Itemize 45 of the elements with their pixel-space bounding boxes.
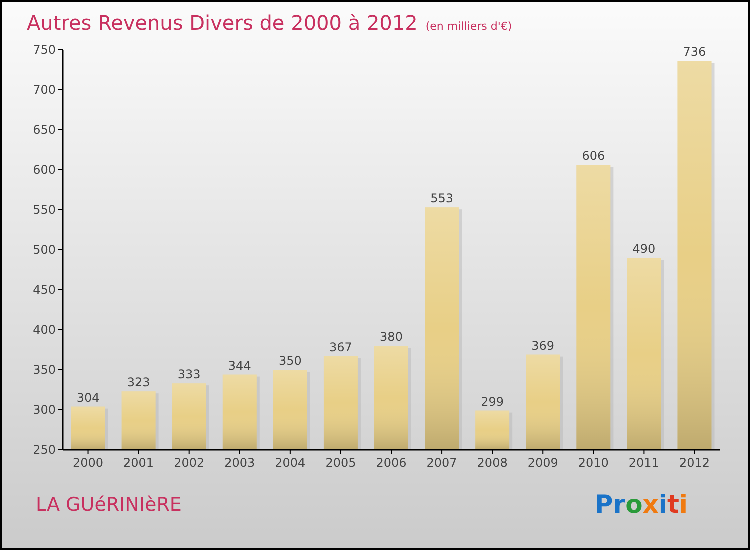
x-tick-label: 2008 [477,456,508,470]
logo: Proxiti [594,489,688,522]
x-tick-label: 2004 [275,456,306,470]
bar [476,410,513,450]
value-label: 553 [430,192,454,206]
value-label: 304 [76,390,100,405]
value-label: 333 [178,368,201,382]
bar [122,392,159,450]
value-label: 323 [127,376,150,390]
value-label: 344 [228,358,252,373]
value-label: 736 [683,45,706,60]
value-label: 606 [582,149,606,164]
x-tick-label: 2002 [174,456,205,470]
chart-subtitle: (en milliers d'€) [426,19,512,35]
y-tick-label: 550 [33,203,56,217]
location-name: LA GUéRINIèRE [36,492,182,518]
x-tick-label: 2007 [426,456,458,470]
chart-title: Autres Revenus Divers de 2000 à 2012 [27,10,418,37]
x-tick-label: 2009 [528,456,558,470]
bar [172,384,210,450]
value-label: 369 [532,338,555,353]
y-tick-label: 300 [33,403,56,417]
y-tick-label: 700 [33,83,56,97]
x-tick-label: 2003 [224,456,256,470]
bar [71,406,108,450]
x-tick-label: 2006 [376,456,407,470]
y-tick-label: 400 [33,323,56,337]
value-label: 367 [330,340,352,354]
y-tick-label: 350 [33,363,56,377]
value-label: 380 [380,330,403,344]
y-tick-label: 650 [33,123,56,137]
y-tick-label: 750 [33,43,56,57]
y-tick-label: 600 [33,163,56,177]
x-tick-label: 2010 [578,456,609,470]
y-tick-label: 450 [33,283,56,297]
x-tick-label: 2001 [124,456,154,470]
value-label: 299 [481,394,504,409]
value-label: 350 [278,354,302,368]
x-tick-label: 2012 [679,456,710,470]
x-tick-label: 2000 [73,456,104,470]
value-label: 490 [632,242,656,256]
x-tick-label: 2005 [326,456,356,470]
y-tick-label: 250 [33,443,56,457]
x-tick-label: 2011 [628,456,660,470]
y-tick-label: 500 [33,243,56,257]
